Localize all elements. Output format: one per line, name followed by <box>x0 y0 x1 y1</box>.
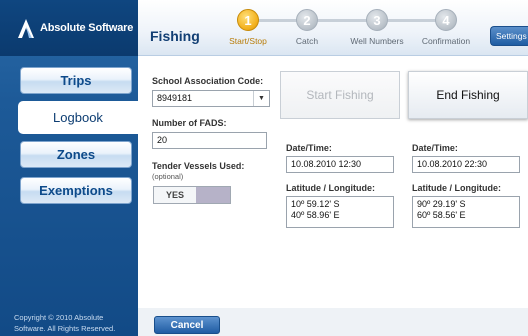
start-datetime-input[interactable]: 10.08.2010 12:30 <box>286 156 394 173</box>
end-datetime-input[interactable]: 10.08.2010 22:30 <box>412 156 520 173</box>
step-confirmation[interactable]: 4 Confirmation <box>411 9 481 46</box>
fads-label: Number of FADS: <box>152 118 227 128</box>
brand-logo: Absolute Software <box>0 0 138 56</box>
start-latitude: 10º 59.12' S <box>291 199 340 209</box>
copyright-text: Copyright © 2010 Absolute Software. All … <box>14 313 116 333</box>
sidebar-item-label: Zones <box>56 147 96 162</box>
start-datetime-label: Date/Time: <box>286 143 332 153</box>
cancel-label: Cancel <box>170 319 204 331</box>
sidebar-item-label: Logbook <box>53 110 103 125</box>
settings-label: Settings <box>496 31 527 41</box>
school-code-label: School Association Code: <box>152 76 264 86</box>
step-number: 1 <box>237 9 259 31</box>
page-header: Fishing 1 Start/Stop 2 Catch 3 Well Numb… <box>138 0 528 56</box>
step-number: 2 <box>296 9 318 31</box>
start-latlon-input[interactable]: 10º 59.12' S 40º 58.96' E <box>286 196 394 228</box>
page-title: Fishing <box>150 28 200 44</box>
sidebar-item-trips[interactable]: Trips <box>20 67 132 94</box>
step-number: 3 <box>366 9 388 31</box>
tender-toggle[interactable]: YES <box>153 186 231 204</box>
fads-value: 20 <box>157 135 168 145</box>
start-fishing-button[interactable]: Start Fishing <box>280 71 400 119</box>
start-longitude: 40º 58.96' E <box>291 210 340 220</box>
school-code-select[interactable]: 8949181 ▼ <box>152 90 270 107</box>
tender-label: Tender Vessels Used: <box>152 161 245 171</box>
sidebar-item-label: Trips <box>60 73 92 88</box>
tender-toggle-yes[interactable]: YES <box>154 187 196 203</box>
start-datetime-value: 10.08.2010 12:30 <box>291 159 362 169</box>
end-latitude: 90º 29.19' S <box>417 199 466 209</box>
step-label: Catch <box>295 36 319 46</box>
cancel-button[interactable]: Cancel <box>154 316 220 334</box>
step-well-numbers[interactable]: 3 Well Numbers <box>342 9 412 46</box>
settings-button[interactable]: Settings <box>490 26 528 46</box>
brand-name: Absolute Software <box>40 22 134 34</box>
end-longitude: 60º 58.56' E <box>417 210 466 220</box>
sidebar: Absolute Software Trips Logbook Zones Ex… <box>0 0 138 336</box>
chevron-down-icon[interactable]: ▼ <box>253 91 269 106</box>
end-latlon-label: Latitude / Longitude: <box>412 183 501 193</box>
start-latlon-label: Latitude / Longitude: <box>286 183 375 193</box>
end-datetime-label: Date/Time: <box>412 143 458 153</box>
sidebar-item-label: Exemptions <box>39 183 113 198</box>
step-catch[interactable]: 2 Catch <box>272 9 342 46</box>
logo-icon <box>18 19 34 38</box>
end-fishing-label: End Fishing <box>436 88 500 102</box>
start-fishing-label: Start Fishing <box>306 88 374 102</box>
tender-sublabel: (optional) <box>152 172 184 181</box>
main-panel: School Association Code: 8949181 ▼ Numbe… <box>138 57 528 336</box>
step-number: 4 <box>435 9 457 31</box>
step-label: Well Numbers <box>350 36 404 46</box>
sidebar-item-zones[interactable]: Zones <box>20 141 132 168</box>
school-code-value: 8949181 <box>157 93 193 103</box>
tender-toggle-no[interactable] <box>196 187 230 203</box>
fads-input[interactable]: 20 <box>152 132 267 149</box>
start-fishing-panel: Start Fishing Date/Time: 10.08.2010 12:3… <box>280 71 400 271</box>
step-label: Confirmation <box>421 36 471 46</box>
sidebar-item-exemptions[interactable]: Exemptions <box>20 177 132 204</box>
sidebar-item-logbook[interactable]: Logbook <box>18 101 138 134</box>
end-fishing-panel: End Fishing Date/Time: 10.08.2010 22:30 … <box>408 71 528 271</box>
end-datetime-value: 10.08.2010 22:30 <box>417 159 488 169</box>
end-fishing-button[interactable]: End Fishing <box>408 71 528 119</box>
end-latlon-input[interactable]: 90º 29.19' S 60º 58.56' E <box>412 196 520 228</box>
